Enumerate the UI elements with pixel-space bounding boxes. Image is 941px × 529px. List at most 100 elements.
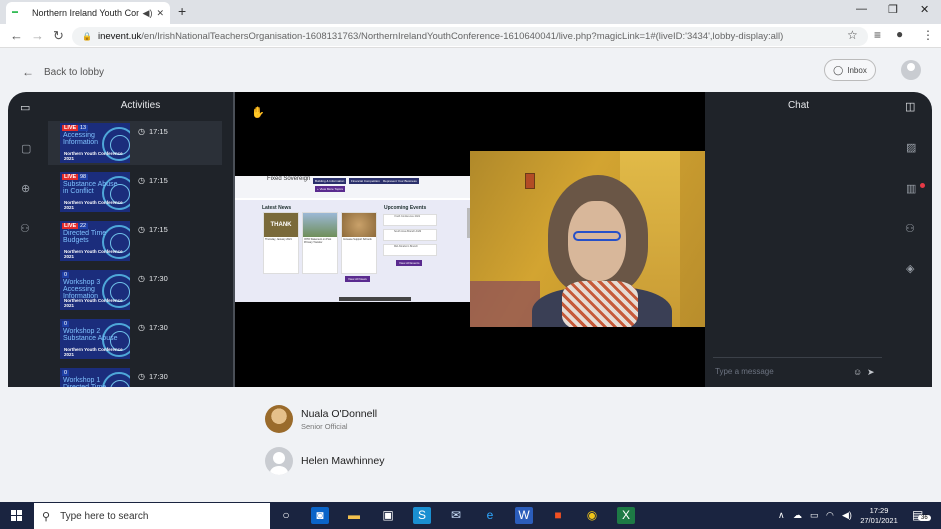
poll-icon[interactable]: ▥ <box>906 182 916 195</box>
activity-title: Workshop 1 Directed Time <box>63 377 106 387</box>
raise-hand-icon[interactable]: ✋ <box>251 106 265 119</box>
activity-item[interactable]: LIVE 22 Directed Time Budgets Northern Y… <box>48 219 222 263</box>
activity-item[interactable]: LIVE 13 Accessing Information Northern Y… <box>48 121 222 165</box>
news-card: Increase Support Schools <box>341 212 377 274</box>
shared-site-title: Fixed Sovereign <box>267 176 311 182</box>
speaker-card[interactable]: Helen Mawhinney <box>265 447 384 475</box>
url-input[interactable]: 🔒 inevent.uk /en/IrishNationalTeachersOr… <box>72 27 868 46</box>
windows-start-icon[interactable] <box>11 510 22 521</box>
reload-icon[interactable]: ↻ <box>53 28 64 44</box>
image-icon[interactable]: ▨ <box>906 141 916 154</box>
more-topics-button: + View More Topics <box>315 186 345 192</box>
browser-menu-icon[interactable]: ⋮ <box>922 28 934 42</box>
clock-icon: ◷ <box>138 225 145 234</box>
back-to-lobby-label: Back to lobby <box>44 66 105 78</box>
maximize-icon[interactable]: ❐ <box>888 3 898 16</box>
wifi-icon[interactable]: ◠ <box>826 510 834 521</box>
outlook-icon[interactable]: ◙ <box>311 507 329 524</box>
activity-thumbnail: 0 Workshop 2 Substance Abuse Northern Yo… <box>60 319 130 359</box>
activity-time: 17:30 <box>148 274 168 283</box>
file-explorer-icon[interactable]: ▬ <box>345 507 363 524</box>
reading-list-icon[interactable]: ≡ <box>874 28 881 42</box>
speaker-role: Senior Official <box>301 421 348 431</box>
activity-item[interactable]: 0 Workshop 2 Substance Abuse Northern Yo… <box>48 317 222 361</box>
battery-icon[interactable]: ▭ <box>810 510 819 521</box>
arrow-left-icon: ← <box>22 65 34 79</box>
volume-icon[interactable]: ◀) <box>842 510 852 521</box>
task-view-icon[interactable]: ○ <box>277 507 295 524</box>
app-s-icon[interactable]: S <box>413 507 431 524</box>
profile-icon[interactable]: ● <box>896 27 903 41</box>
speaker-card[interactable]: Nuala O'Donnell Senior Official <box>265 405 377 433</box>
audio-icon[interactable]: ◀) <box>143 8 153 19</box>
back-arrow-icon[interactable]: ← <box>10 28 23 43</box>
speaker-avatar <box>265 447 293 475</box>
send-icon[interactable]: ➤ <box>867 367 875 378</box>
activity-org: Northern Youth Conference 2021 <box>64 151 123 161</box>
speaker-webcam <box>470 151 705 327</box>
people-icon[interactable]: ⚇ <box>20 222 30 235</box>
activity-thumbnail: 0 Workshop 1 Directed Time <box>60 368 130 387</box>
onedrive-icon[interactable]: ☁ <box>793 510 802 521</box>
activity-item[interactable]: 0 Workshop 3 Accessing Information North… <box>48 268 222 312</box>
activity-org: Northern Youth Conference 2021 <box>64 249 123 259</box>
emoji-icon[interactable]: ☺ <box>853 367 862 377</box>
minimize-icon[interactable]: — <box>856 3 867 15</box>
mail-icon[interactable]: ✉ <box>447 507 465 524</box>
tab-title: Northern Ireland Youth Confe <box>32 8 139 18</box>
chat-icon[interactable]: ◫ <box>905 100 915 113</box>
inbox-label: Inbox <box>847 65 867 75</box>
right-rail: ◫ ▨ ▥ ⚇ ◈ <box>892 92 932 387</box>
upcoming-events-heading: Upcoming Events <box>384 205 427 211</box>
activity-time: 17:15 <box>148 225 168 234</box>
edge-icon[interactable]: e <box>481 507 499 524</box>
event-item: South Area Branch AGM <box>383 229 437 241</box>
taskbar-search-input[interactable]: ⚲ Type here to search <box>34 503 270 529</box>
activity-title: Directed Time Budgets <box>63 230 107 244</box>
forward-arrow-icon[interactable]: → <box>31 28 44 43</box>
attendees-icon[interactable]: ⚇ <box>905 222 915 235</box>
layers-icon[interactable]: ◈ <box>906 262 914 275</box>
wall-picture <box>525 173 535 189</box>
globe-icon[interactable]: ⊕ <box>21 182 30 195</box>
user-avatar[interactable] <box>901 60 921 80</box>
inbox-button[interactable]: ◯ Inbox <box>824 59 876 81</box>
activity-thumbnail: 0 Workshop 3 Accessing Information North… <box>60 270 130 310</box>
news-card-text: INTO Statement on Post Primary Transfer <box>304 238 332 244</box>
latest-news-heading: Latest News <box>262 205 292 211</box>
window-close-icon[interactable]: ✕ <box>920 3 929 16</box>
live-badge: LIVE <box>62 174 79 180</box>
excel-icon[interactable]: X <box>617 507 635 524</box>
view-all-news-button: View All News <box>345 276 370 282</box>
browser-tab-bar: ▬ Northern Ireland Youth Confe ◀) ✕ + — … <box>0 0 941 24</box>
presentation-icon[interactable]: ▢ <box>21 142 31 155</box>
bookmark-star-icon[interactable]: ☆ <box>847 28 858 42</box>
new-tab-button[interactable]: + <box>178 3 186 19</box>
taskbar-clock[interactable]: 17:29 27/01/2021 <box>858 506 900 526</box>
viewer-count: 0 <box>62 321 70 327</box>
chrome-icon[interactable]: ◉ <box>583 507 601 524</box>
activity-thumbnail: LIVE 22 Directed Time Budgets Northern Y… <box>60 221 130 261</box>
chat-message-input[interactable]: Type a message <box>715 367 774 376</box>
tab-close-icon[interactable]: ✕ <box>156 8 164 19</box>
monitor-icon[interactable]: ▭ <box>20 101 30 114</box>
activity-thumbnail: LIVE 98 Substance Abuse in Conflict Nort… <box>60 172 130 212</box>
back-to-lobby-link[interactable]: ← Back to lobby <box>22 65 104 79</box>
show-hidden-icons[interactable]: ∧ <box>778 510 785 521</box>
activity-org: Northern Youth Conference 2021 <box>64 347 123 357</box>
event-item: Youth Conference 2021 <box>383 214 437 226</box>
news-card: INTO Statement on Post Primary Transfer <box>302 212 338 274</box>
activity-org: Northern Youth Conference 2021 <box>64 298 123 308</box>
office-icon[interactable]: ■ <box>549 507 567 524</box>
store-icon[interactable]: ▣ <box>379 507 397 524</box>
topic-pill: Building & Information <box>313 178 347 184</box>
news-card-image: THANK YOU <box>264 213 298 252</box>
taskbar-date: 27/01/2021 <box>860 516 898 525</box>
viewer-count: 0 <box>62 370 70 376</box>
news-card: THANK YOU Thursday, January 2021 <box>263 212 299 274</box>
browser-tab[interactable]: ▬ Northern Ireland Youth Confe ◀) ✕ <box>6 2 170 24</box>
activity-item[interactable]: 0 Workshop 1 Directed Time ◷17:30 <box>48 366 222 387</box>
view-all-events-button: View All Events <box>396 260 423 266</box>
word-icon[interactable]: W <box>515 507 533 524</box>
activity-item[interactable]: LIVE 98 Substance Abuse in Conflict Nort… <box>48 170 222 214</box>
